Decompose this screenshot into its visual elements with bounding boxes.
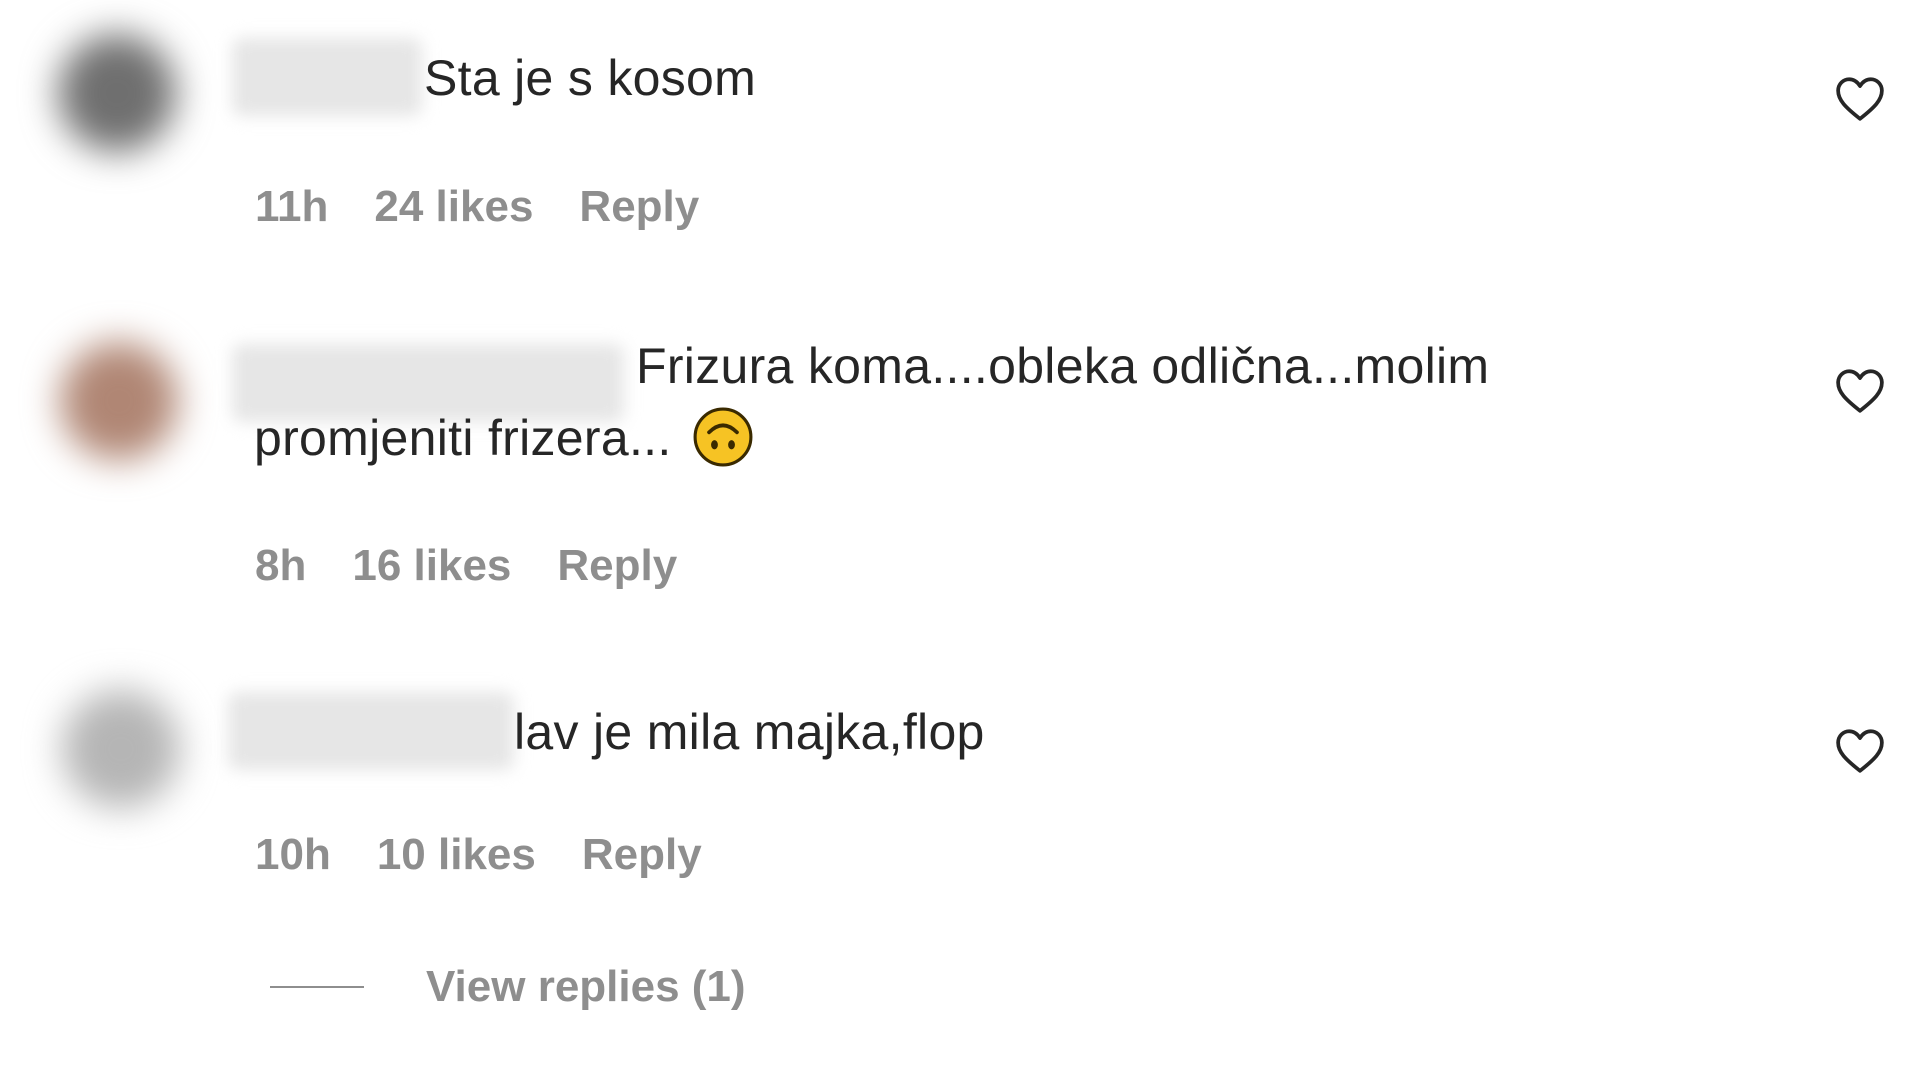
- heart-icon[interactable]: [1835, 728, 1885, 774]
- like-count[interactable]: 10 likes: [377, 830, 536, 880]
- avatar[interactable]: [60, 342, 178, 460]
- username-blurred[interactable]: [232, 38, 422, 116]
- comment-text: Sta je s kosom: [424, 50, 757, 106]
- comment-time[interactable]: 8h: [255, 541, 306, 591]
- comment-time[interactable]: 11h: [255, 182, 328, 232]
- comment-meta: 11h 24 likes Reply: [255, 182, 699, 232]
- avatar[interactable]: [58, 34, 176, 152]
- comment-text: Frizura koma....obleka odlična...molim p…: [254, 330, 1574, 474]
- replies-divider-line: [270, 986, 364, 988]
- comment-meta: 8h 16 likes Reply: [255, 541, 677, 591]
- reply-button[interactable]: Reply: [579, 182, 699, 232]
- view-replies-label: View replies (1): [426, 962, 746, 1011]
- view-replies-button[interactable]: View replies (1): [270, 962, 746, 1012]
- heart-icon[interactable]: [1835, 368, 1885, 414]
- upside-down-face-emoji: [693, 407, 753, 467]
- username-blurred[interactable]: [228, 692, 514, 770]
- comment-text: lav je mila majka,flop: [514, 704, 985, 760]
- comment-text-content: Frizura koma....obleka odlična...molim p…: [254, 338, 1490, 466]
- like-count[interactable]: 24 likes: [374, 182, 533, 232]
- comment-meta: 10h 10 likes Reply: [255, 830, 702, 880]
- like-count[interactable]: 16 likes: [352, 541, 511, 591]
- heart-icon[interactable]: [1835, 76, 1885, 122]
- comment-time[interactable]: 10h: [255, 830, 331, 880]
- reply-button[interactable]: Reply: [557, 541, 677, 591]
- avatar[interactable]: [62, 690, 180, 808]
- reply-button[interactable]: Reply: [582, 830, 702, 880]
